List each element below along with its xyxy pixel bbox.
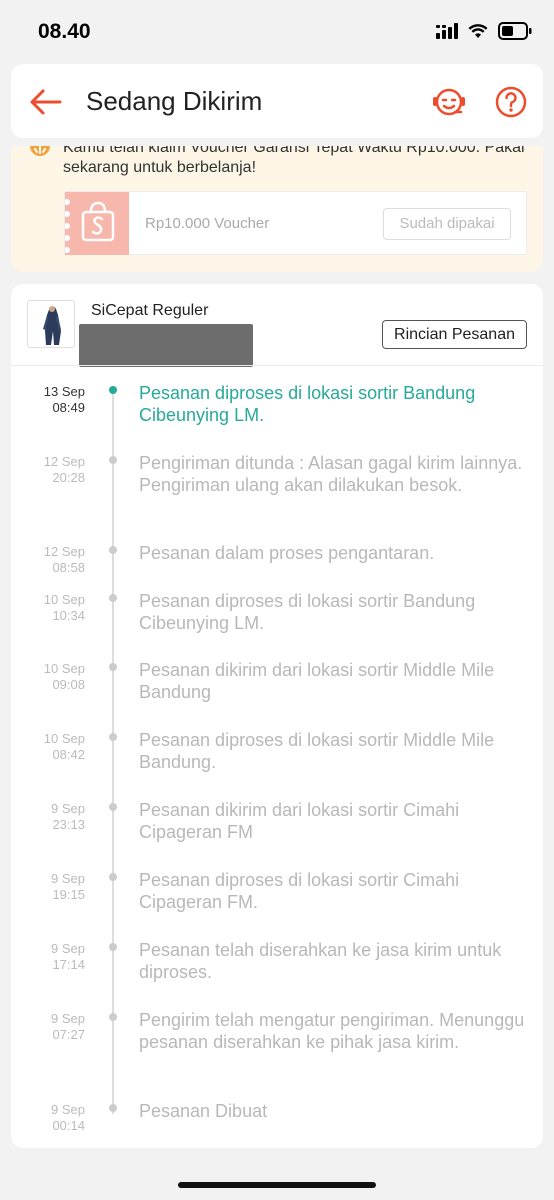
event-date: 12 Sep 08:58: [21, 544, 85, 576]
event-date: 10 Sep 09:08: [21, 661, 85, 693]
voucher-used-button[interactable]: Sudah dipakai: [383, 208, 511, 240]
back-button[interactable]: [25, 82, 65, 122]
chat-support-button[interactable]: [429, 82, 469, 122]
event-time: 19:15: [52, 887, 85, 902]
event-description: Pengiriman ditunda : Alasan gagal kirim …: [139, 453, 523, 495]
signal-icon: [436, 23, 458, 39]
home-indicator[interactable]: [178, 1182, 376, 1188]
event-dot: [109, 733, 117, 741]
courier-name: SiCepat Reguler: [91, 302, 209, 319]
tracking-card: SiCepat Reguler Rincian Pesanan 13 Sep 08…: [11, 284, 543, 1148]
product-thumbnail[interactable]: [27, 300, 75, 348]
event-time: 08:58: [52, 560, 85, 575]
event-dot: [109, 803, 117, 811]
event-day: 12 Sep: [43, 454, 85, 469]
tracking-number-redacted: [79, 324, 253, 367]
event-time: 20:28: [52, 470, 85, 485]
event-time: 00:14: [52, 1118, 85, 1133]
event-description: Pengirim telah mengatur pengiriman. Menu…: [139, 1010, 525, 1052]
voucher-clock-icon: [30, 146, 50, 156]
event-dot: [109, 1013, 117, 1021]
event-day: 12 Sep: [43, 544, 85, 559]
event-time: 17:14: [52, 957, 85, 972]
event-description: Pesanan diproses di lokasi sortir Bandun…: [139, 591, 476, 633]
event-time: 07:27: [52, 1027, 85, 1042]
chat-support-icon: [433, 88, 465, 116]
product-raincoat-image: [43, 306, 61, 345]
order-detail-button[interactable]: Rincian Pesanan: [382, 320, 527, 349]
status-bar: 08.40: [0, 0, 554, 64]
event-date: 9 Sep 00:14: [21, 1102, 85, 1134]
event-time: 23:13: [52, 817, 85, 832]
shopee-bag-icon: [64, 199, 115, 253]
event-time: 09:08: [52, 677, 85, 692]
event-time: 08:42: [52, 747, 85, 762]
event-description: Pesanan telah diserahkan ke jasa kirim u…: [139, 940, 502, 982]
event-date: 9 Sep 19:15: [21, 871, 85, 903]
event-dot: [109, 456, 117, 464]
event-dot: [109, 663, 117, 671]
event-day: 10 Sep: [43, 731, 85, 746]
event-dot: [109, 386, 117, 394]
voucher-stub: [64, 192, 129, 255]
voucher-message: Kamu telah klaim Voucher Garansi Tepat W…: [63, 146, 525, 176]
event-date: 13 Sep 08:49: [21, 384, 85, 416]
event-date: 10 Sep 08:42: [21, 731, 85, 763]
event-description: Pesanan diproses di lokasi sortir Bandun…: [139, 383, 476, 425]
wifi-icon: [468, 23, 488, 38]
event-day: 9 Sep: [51, 1011, 85, 1026]
event-date: 10 Sep 10:34: [21, 592, 85, 624]
event-date: 9 Sep 17:14: [21, 941, 85, 973]
event-day: 13 Sep: [43, 384, 85, 399]
event-date: 9 Sep 23:13: [21, 801, 85, 833]
event-dot: [109, 1104, 117, 1112]
status-time: 08.40: [38, 20, 91, 43]
event-dot: [109, 943, 117, 951]
event-day: 10 Sep: [43, 592, 85, 607]
event-day: 9 Sep: [51, 1102, 85, 1117]
event-day: 9 Sep: [51, 871, 85, 886]
event-time: 10:34: [52, 608, 85, 623]
event-time: 08:49: [52, 400, 85, 415]
event-date: 9 Sep 07:27: [21, 1011, 85, 1043]
help-icon: [495, 86, 527, 118]
event-dot: [109, 594, 117, 602]
help-button[interactable]: [491, 82, 531, 122]
event-description: Pesanan dikirim dari lokasi sortir Middl…: [139, 660, 495, 702]
event-date: 12 Sep 20:28: [21, 454, 85, 486]
battery-icon: [498, 22, 532, 40]
event-day: 9 Sep: [51, 801, 85, 816]
status-icons: [436, 22, 532, 40]
voucher-card[interactable]: Rp10.000 Voucher Sudah dipakai: [64, 191, 527, 255]
event-day: 9 Sep: [51, 941, 85, 956]
timeline-line: [112, 392, 114, 1114]
back-arrow-icon: [30, 89, 62, 115]
voucher-banner: Kamu telah klaim Voucher Garansi Tepat W…: [11, 146, 543, 272]
divider: [11, 365, 543, 366]
event-description: Pesanan Dibuat: [139, 1101, 268, 1121]
event-dot: [109, 873, 117, 881]
event-day: 10 Sep: [43, 661, 85, 676]
voucher-label: Rp10.000 Voucher: [145, 215, 270, 232]
event-description: Pesanan dikirim dari lokasi sortir Cimah…: [139, 800, 460, 842]
page-title: Sedang Dikirim: [86, 86, 263, 116]
event-description: Pesanan diproses di lokasi sortir Middle…: [139, 730, 495, 772]
header: Sedang Dikirim: [11, 64, 543, 138]
event-description: Pesanan dalam proses pengantaran.: [139, 543, 435, 563]
event-dot: [109, 546, 117, 554]
event-description: Pesanan diproses di lokasi sortir Cimahi…: [139, 870, 460, 912]
